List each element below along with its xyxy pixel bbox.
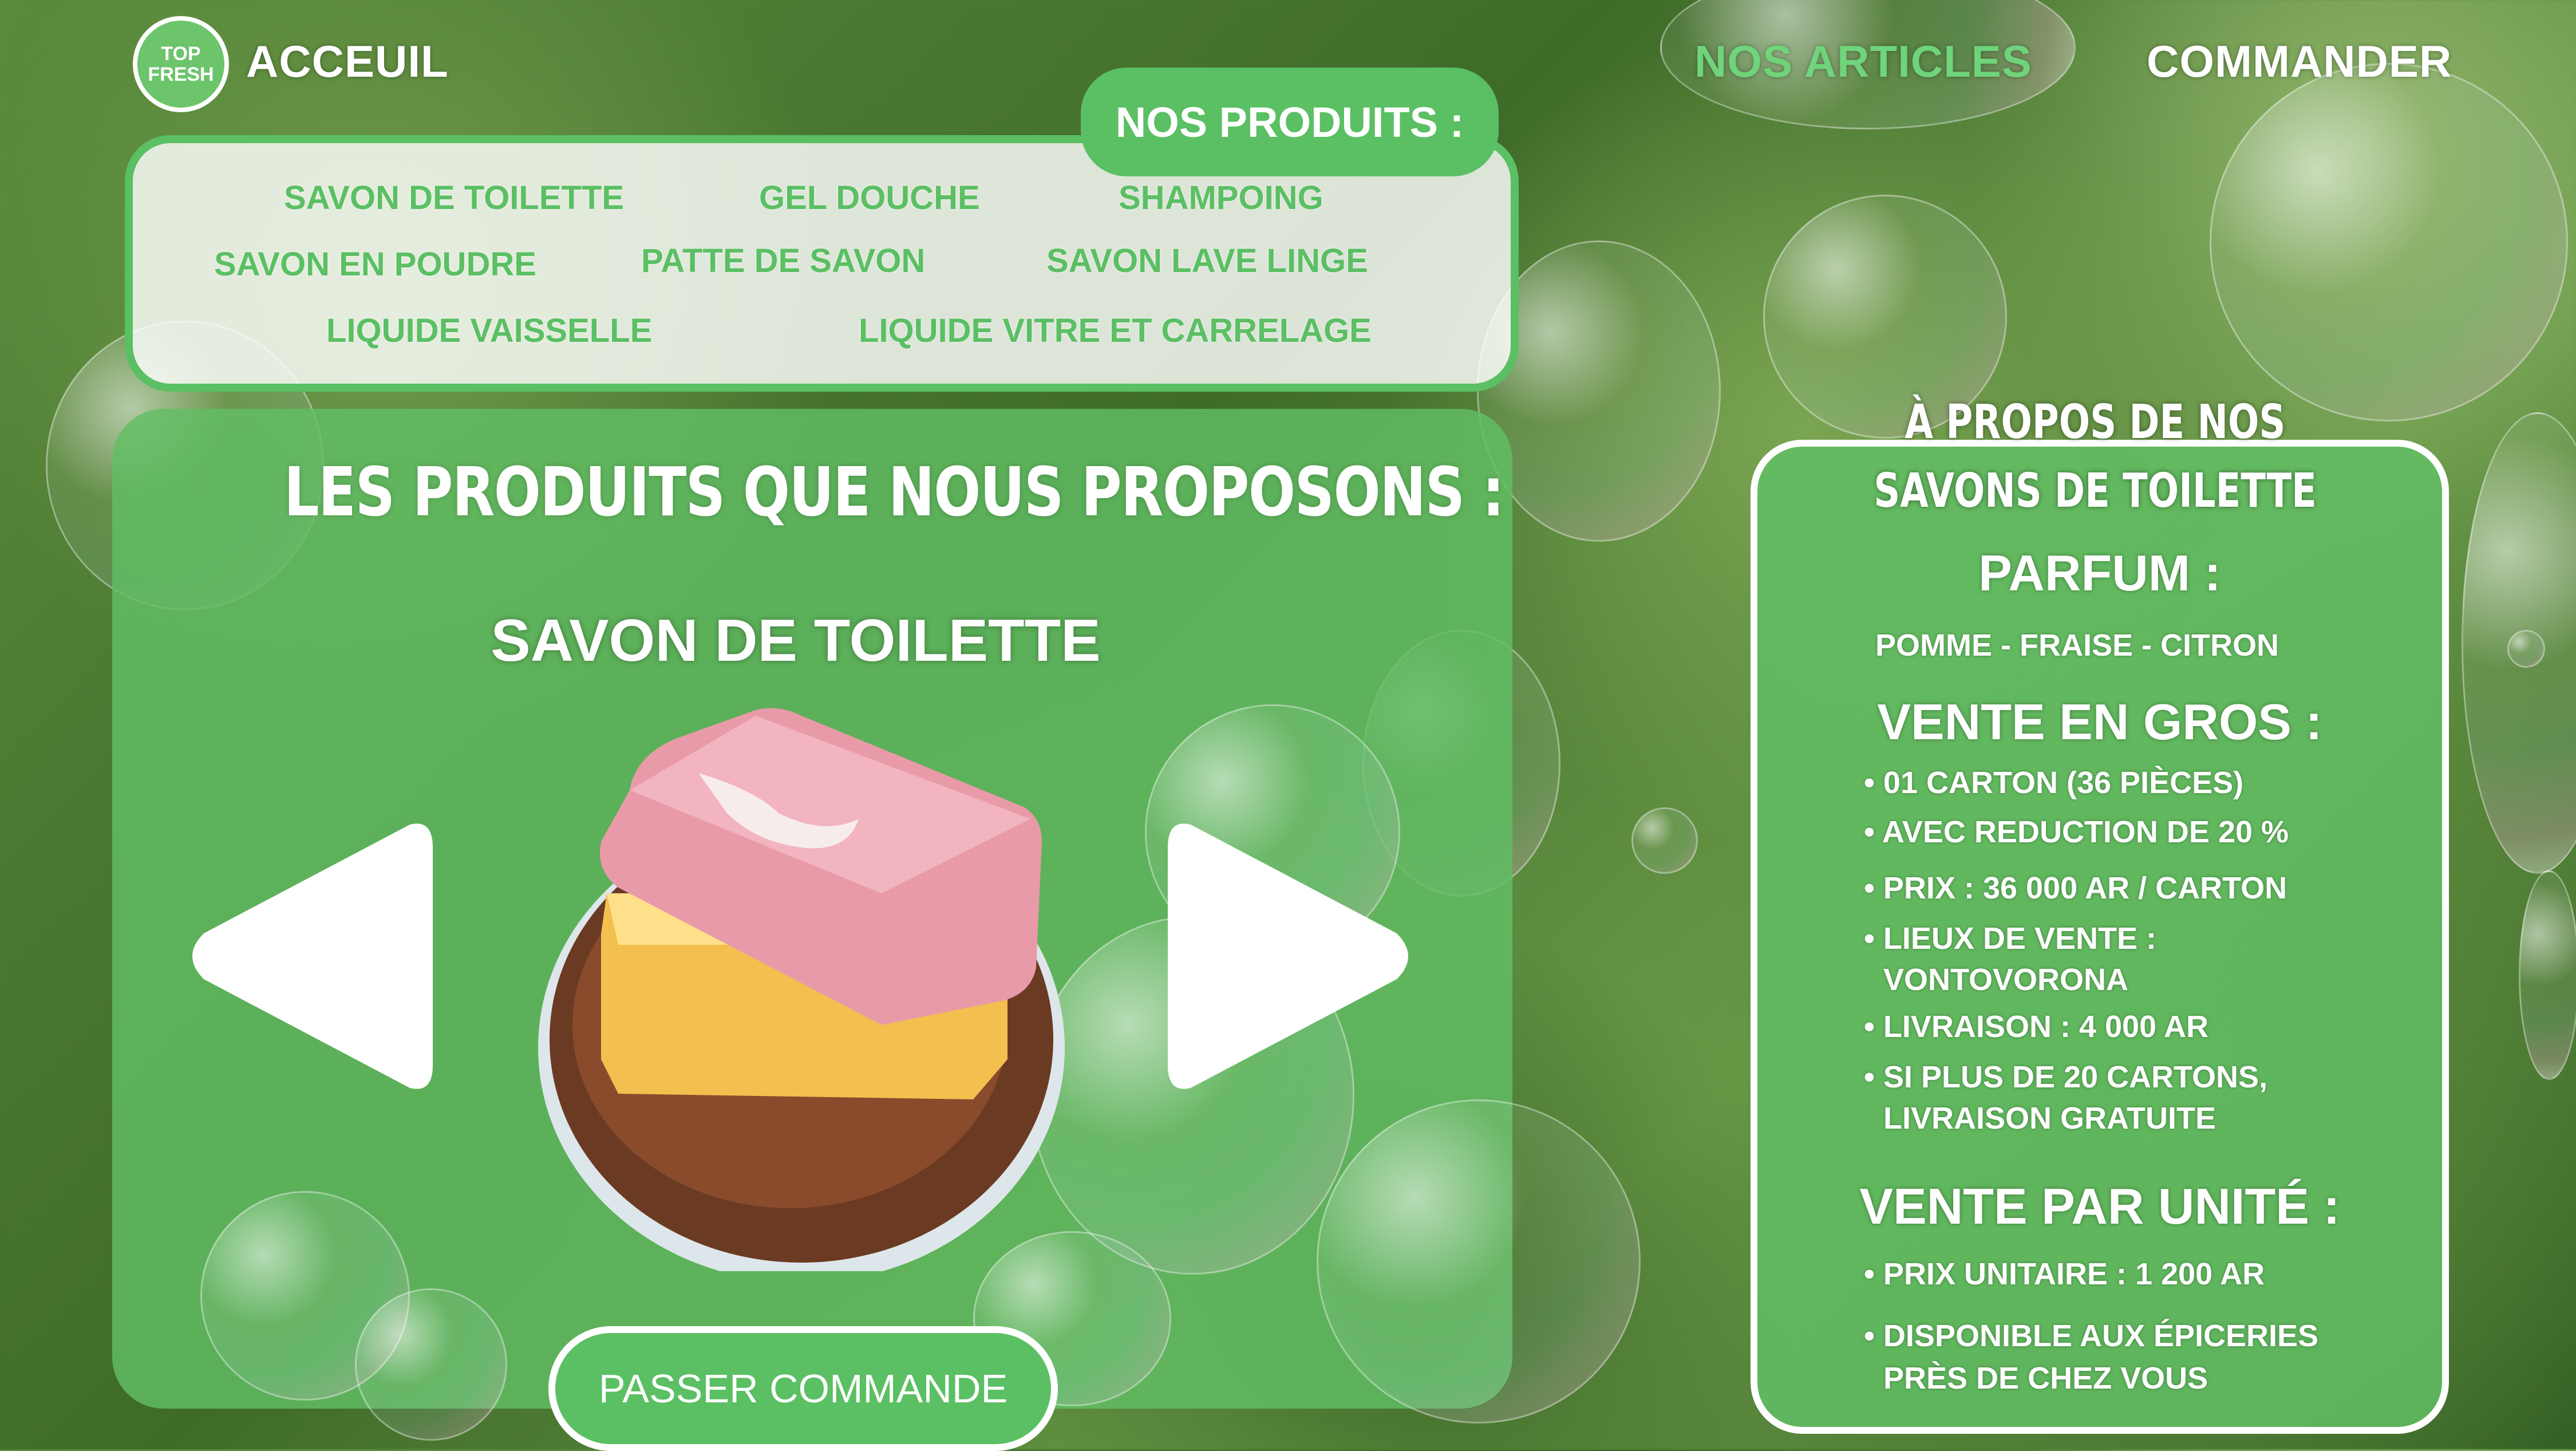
product-link-shampoing[interactable]: SHAMPOING bbox=[1119, 179, 1323, 217]
main-title: LES PRODUITS QUE NOUS PROPOSONS : bbox=[284, 452, 1504, 531]
product-link-savon-toilette[interactable]: SAVON DE TOILETTE bbox=[284, 179, 624, 217]
foam-bubble bbox=[1317, 1099, 1641, 1424]
bubble-decoration bbox=[2519, 870, 2576, 1080]
parfum-value: POMME - FRAISE - CITRON bbox=[1875, 628, 2279, 663]
product-link-liquide-vitre[interactable]: LIQUIDE VITRE ET CARRELAGE bbox=[859, 312, 1372, 350]
next-product-button[interactable] bbox=[1162, 813, 1420, 1099]
wholesale-item: LIEUX DE VENTE : bbox=[1864, 921, 2156, 956]
soap-illustration bbox=[538, 708, 1065, 1283]
wholesale-item: 01 CARTON (36 PIÈCES) bbox=[1864, 765, 2243, 801]
product-link-patte-savon[interactable]: PATTE DE SAVON bbox=[641, 242, 925, 280]
nav-articles-link[interactable]: NOS ARTICLES bbox=[1694, 36, 2032, 88]
wholesale-heading: VENTE EN GROS : bbox=[1877, 693, 2322, 750]
nav-home-link[interactable]: ACCEUIL bbox=[246, 36, 449, 88]
nav-order-link[interactable]: COMMANDER bbox=[2147, 36, 2452, 88]
info-title-line2: SAVONS DE TOILETTE bbox=[1874, 464, 2317, 518]
unit-sale-heading: VENTE PAR UNITÉ : bbox=[1859, 1178, 2340, 1235]
previous-product-button[interactable] bbox=[181, 813, 438, 1099]
wholesale-item: AVEC REDUCTION DE 20 % bbox=[1864, 814, 2289, 850]
unit-sale-item: DISPONIBLE AUX ÉPICERIES bbox=[1864, 1318, 2318, 1354]
logo[interactable]: TOP FRESH bbox=[133, 16, 229, 112]
product-link-savon-lave-linge[interactable]: SAVON LAVE LINGE bbox=[1046, 242, 1368, 280]
wholesale-item: SI PLUS DE 20 CARTONS, bbox=[1864, 1059, 2267, 1095]
product-link-gel-douche[interactable]: GEL DOUCHE bbox=[759, 179, 980, 217]
wholesale-item: LIVRAISON GRATUITE bbox=[1883, 1101, 2217, 1135]
products-menu-title: NOS PRODUITS : bbox=[1081, 68, 1499, 176]
product-link-savon-poudre[interactable]: SAVON EN POUDRE bbox=[214, 245, 536, 283]
unit-sale-item: PRÈS DE CHEZ VOUS bbox=[1883, 1361, 2208, 1395]
bubble-decoration bbox=[1631, 807, 1698, 874]
arrow-left-icon bbox=[192, 823, 433, 1089]
parfum-heading: PARFUM : bbox=[1978, 545, 2221, 601]
product-link-liquide-vaisselle[interactable]: LIQUIDE VAISSELLE bbox=[326, 312, 652, 350]
wholesale-item: VONTOVORONA bbox=[1883, 963, 2129, 997]
product-image bbox=[538, 704, 1065, 1283]
info-title-line1: À PROPOS DE NOS bbox=[1905, 395, 2286, 450]
wholesale-item: PRIX : 36 000 AR / CARTON bbox=[1864, 870, 2287, 906]
bubble-decoration bbox=[2507, 630, 2545, 668]
arrow-right-icon bbox=[1168, 823, 1408, 1089]
product-name: SAVON DE TOILETTE bbox=[491, 608, 1101, 674]
logo-text-bottom: FRESH bbox=[148, 64, 214, 85]
foam-bubble bbox=[355, 1288, 507, 1441]
logo-text-top: TOP bbox=[161, 43, 201, 65]
wholesale-item: LIVRAISON : 4 000 AR bbox=[1864, 1009, 2208, 1044]
place-order-button[interactable]: PASSER COMMANDE bbox=[548, 1326, 1058, 1451]
unit-sale-item: PRIX UNITAIRE : 1 200 AR bbox=[1864, 1256, 2265, 1292]
bubble-decoration bbox=[2210, 63, 2568, 421]
